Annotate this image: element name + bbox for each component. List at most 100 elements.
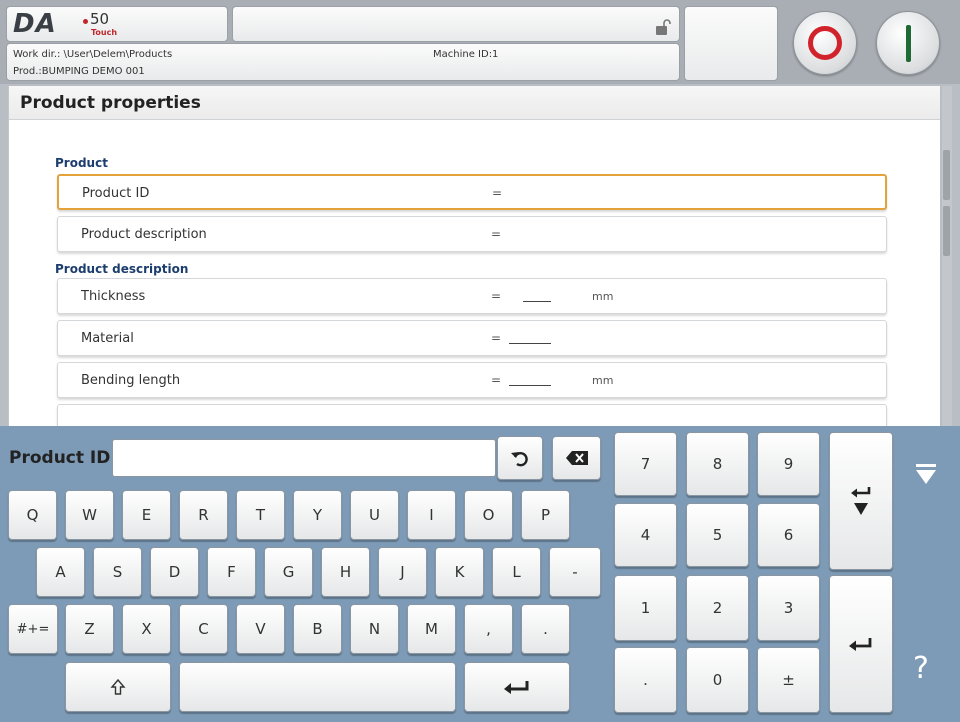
key-0[interactable]: 0 — [686, 647, 749, 713]
collapse-keyboard-icon[interactable] — [914, 462, 938, 488]
key-2[interactable]: 2 — [686, 575, 749, 641]
space-key[interactable] — [179, 662, 456, 712]
scroll-thumb[interactable] — [943, 206, 950, 256]
key-4[interactable]: 4 — [614, 503, 677, 567]
input-label: Product ID — [9, 448, 111, 468]
key-e[interactable]: E — [122, 490, 171, 540]
key-s[interactable]: S — [93, 547, 142, 597]
machine-id: Machine ID:1 — [433, 49, 499, 60]
top-bar: DA 50 Touch Work dir.: \User\Delem\Produ… — [0, 0, 960, 84]
key-a[interactable]: A — [36, 547, 85, 597]
backspace-button[interactable] — [552, 436, 601, 480]
product-name: Prod.:BUMPING DEMO 001 — [13, 66, 145, 77]
field-value — [523, 301, 551, 302]
key-7[interactable]: 7 — [614, 432, 677, 496]
shift-icon — [110, 678, 126, 695]
enter-button[interactable] — [829, 575, 893, 713]
field-bending-length[interactable]: Bending length = mm — [57, 362, 887, 398]
key-o[interactable]: O — [464, 490, 513, 540]
start-button[interactable] — [876, 11, 940, 75]
shift-key[interactable] — [65, 662, 171, 712]
key-v[interactable]: V — [236, 604, 285, 654]
key-comma[interactable]: , — [464, 604, 513, 654]
product-properties-panel: Product properties Product Product ID = … — [8, 86, 940, 426]
field-label: Product description — [81, 227, 207, 242]
field-product-id[interactable]: Product ID = — [57, 174, 887, 210]
key-8[interactable]: 8 — [686, 432, 749, 496]
key-b[interactable]: B — [293, 604, 342, 654]
field-eq: = — [491, 331, 502, 345]
enter-key[interactable] — [464, 662, 570, 712]
start-icon — [906, 25, 911, 62]
scrollbar[interactable] — [942, 86, 952, 426]
key-j[interactable]: J — [378, 547, 427, 597]
field-label: Thickness — [81, 289, 146, 304]
field-value — [509, 343, 551, 344]
logo-model: 50 — [90, 10, 110, 28]
key-1[interactable]: 1 — [614, 575, 677, 641]
key-x[interactable]: X — [122, 604, 171, 654]
field-thickness[interactable]: Thickness = mm — [57, 278, 887, 314]
key-h[interactable]: H — [321, 547, 370, 597]
enter-next-button[interactable] — [829, 432, 893, 570]
field-eq: = — [491, 289, 502, 303]
key-n[interactable]: N — [350, 604, 399, 654]
unlock-icon[interactable] — [653, 18, 671, 36]
key-f[interactable]: F — [207, 547, 256, 597]
key-c[interactable]: C — [179, 604, 228, 654]
symbols-key[interactable]: #+= — [8, 604, 58, 654]
key-dash[interactable]: - — [549, 547, 601, 597]
key-6[interactable]: 6 — [757, 503, 820, 567]
key-3[interactable]: 3 — [757, 575, 820, 641]
key-9[interactable]: 9 — [757, 432, 820, 496]
mode-panel[interactable] — [684, 6, 778, 81]
key-p[interactable]: P — [521, 490, 570, 540]
key-r[interactable]: R — [179, 490, 228, 540]
field-eq: = — [491, 227, 502, 241]
key-period[interactable]: . — [521, 604, 570, 654]
key-w[interactable]: W — [65, 490, 114, 540]
key-u[interactable]: U — [350, 490, 399, 540]
logo-sub: Touch — [91, 28, 118, 37]
info-bar: Work dir.: \User\Delem\Products Prod.:BU… — [6, 43, 680, 81]
key-m[interactable]: M — [407, 604, 456, 654]
stop-button[interactable] — [793, 11, 857, 75]
field-unit: mm — [592, 290, 614, 303]
scroll-thumb[interactable] — [943, 150, 950, 200]
help-icon[interactable]: ? — [913, 651, 929, 686]
keyboard-input-field[interactable] — [112, 439, 496, 477]
key-z[interactable]: Z — [65, 604, 114, 654]
key-l[interactable]: L — [492, 547, 541, 597]
enter-icon — [504, 681, 529, 694]
backspace-icon — [565, 451, 588, 465]
field-eq: = — [492, 186, 503, 200]
key-5[interactable]: 5 — [686, 503, 749, 567]
key-y[interactable]: Y — [293, 490, 342, 540]
logo-brand: DA — [13, 9, 57, 39]
enter-icon — [849, 638, 872, 651]
field-material[interactable]: Material = — [57, 320, 887, 356]
stop-icon — [808, 26, 842, 60]
on-screen-keyboard: Product ID Q W E R T Y U I O P A S D F G… — [0, 426, 960, 722]
key-t[interactable]: T — [236, 490, 285, 540]
key-g[interactable]: G — [264, 547, 313, 597]
field-label: Material — [81, 331, 134, 346]
key-d[interactable]: D — [150, 547, 199, 597]
undo-button[interactable] — [497, 436, 543, 480]
key-decimal[interactable]: . — [614, 647, 677, 713]
logo: DA 50 Touch — [6, 6, 228, 42]
key-k[interactable]: K — [435, 547, 484, 597]
page-title: Product properties — [20, 93, 201, 113]
key-q[interactable]: Q — [8, 490, 57, 540]
key-plus-minus[interactable]: ± — [757, 647, 820, 713]
field-product-description[interactable]: Product description = — [57, 216, 887, 252]
field-unit: mm — [592, 374, 614, 387]
field-partially-hidden[interactable] — [57, 404, 887, 426]
enter-down-icon — [851, 487, 871, 515]
panel-header: Product properties — [9, 86, 940, 120]
field-value — [509, 385, 551, 386]
field-eq: = — [491, 373, 502, 387]
key-i[interactable]: I — [407, 490, 456, 540]
section-product-description: Product description — [55, 262, 189, 276]
logo-dot-icon — [83, 19, 88, 24]
